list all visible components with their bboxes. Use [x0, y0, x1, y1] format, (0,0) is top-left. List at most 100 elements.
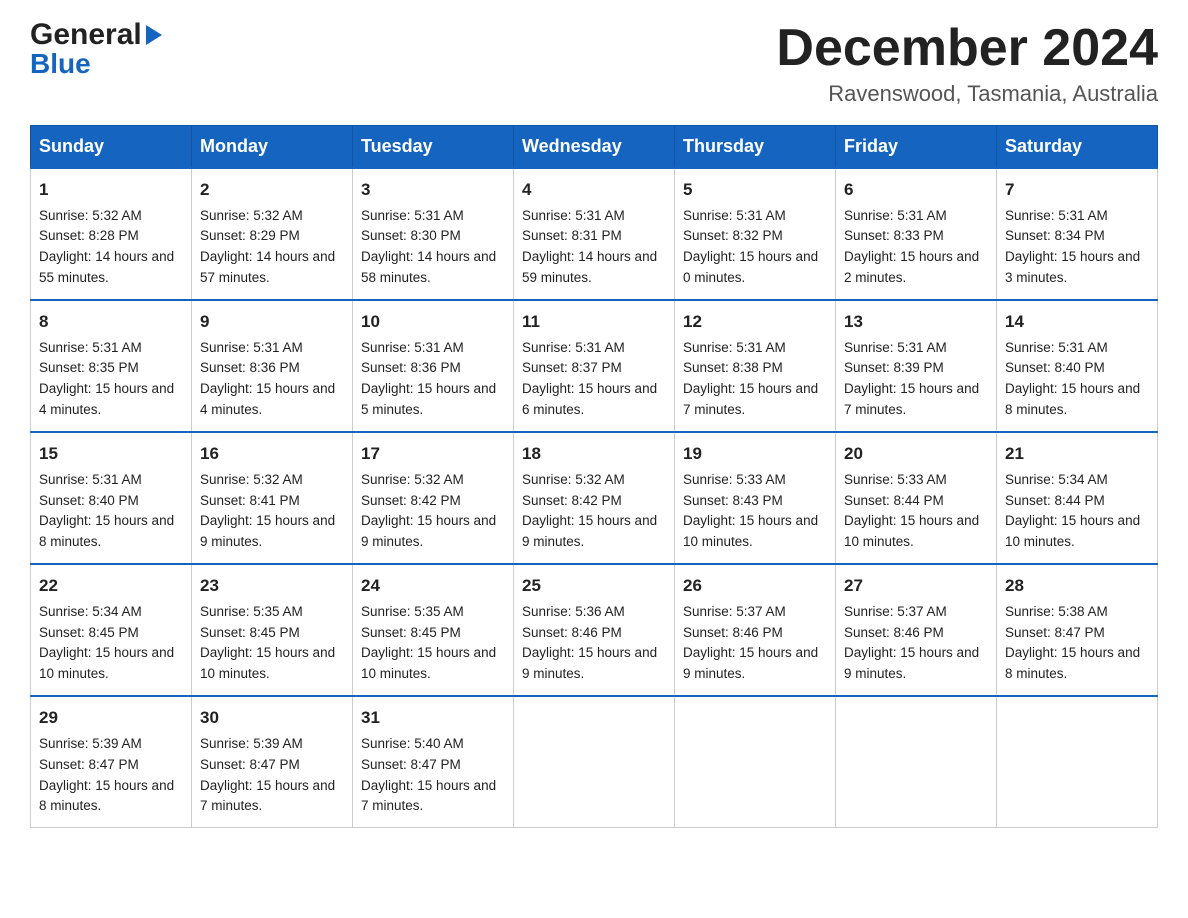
sunset-label: Sunset: 8:33 PM	[844, 228, 944, 243]
cell-week2-day5: 13Sunrise: 5:31 AMSunset: 8:39 PMDayligh…	[836, 300, 997, 432]
daylight-label: Daylight: 14 hours and 58 minutes.	[361, 249, 496, 285]
sunset-label: Sunset: 8:28 PM	[39, 228, 139, 243]
daylight-label: Daylight: 15 hours and 5 minutes.	[361, 381, 496, 417]
cell-week1-day2: 3Sunrise: 5:31 AMSunset: 8:30 PMDaylight…	[353, 168, 514, 300]
sunset-label: Sunset: 8:38 PM	[683, 360, 783, 375]
day-number: 24	[361, 573, 505, 599]
daylight-label: Daylight: 14 hours and 59 minutes.	[522, 249, 657, 285]
sunrise-label: Sunrise: 5:31 AM	[361, 340, 464, 355]
sunset-label: Sunset: 8:36 PM	[200, 360, 300, 375]
daylight-label: Daylight: 15 hours and 2 minutes.	[844, 249, 979, 285]
sunrise-label: Sunrise: 5:32 AM	[200, 208, 303, 223]
sunrise-label: Sunrise: 5:32 AM	[522, 472, 625, 487]
cell-week1-day6: 7Sunrise: 5:31 AMSunset: 8:34 PMDaylight…	[997, 168, 1158, 300]
sunset-label: Sunset: 8:35 PM	[39, 360, 139, 375]
cell-week2-day1: 9Sunrise: 5:31 AMSunset: 8:36 PMDaylight…	[192, 300, 353, 432]
header-tuesday: Tuesday	[353, 126, 514, 169]
sunrise-label: Sunrise: 5:31 AM	[683, 208, 786, 223]
day-number: 17	[361, 441, 505, 467]
cell-week4-day4: 26Sunrise: 5:37 AMSunset: 8:46 PMDayligh…	[675, 564, 836, 696]
cell-week2-day6: 14Sunrise: 5:31 AMSunset: 8:40 PMDayligh…	[997, 300, 1158, 432]
sunrise-label: Sunrise: 5:37 AM	[683, 604, 786, 619]
sunset-label: Sunset: 8:34 PM	[1005, 228, 1105, 243]
cell-week1-day5: 6Sunrise: 5:31 AMSunset: 8:33 PMDaylight…	[836, 168, 997, 300]
cell-week4-day6: 28Sunrise: 5:38 AMSunset: 8:47 PMDayligh…	[997, 564, 1158, 696]
week-row-5: 29Sunrise: 5:39 AMSunset: 8:47 PMDayligh…	[31, 696, 1158, 828]
sunset-label: Sunset: 8:47 PM	[200, 757, 300, 772]
sunrise-label: Sunrise: 5:34 AM	[39, 604, 142, 619]
day-number: 30	[200, 705, 344, 731]
day-number: 23	[200, 573, 344, 599]
header-monday: Monday	[192, 126, 353, 169]
daylight-label: Daylight: 15 hours and 9 minutes.	[683, 645, 818, 681]
sunrise-label: Sunrise: 5:33 AM	[844, 472, 947, 487]
sunset-label: Sunset: 8:44 PM	[844, 493, 944, 508]
cell-week3-day4: 19Sunrise: 5:33 AMSunset: 8:43 PMDayligh…	[675, 432, 836, 564]
cell-week3-day3: 18Sunrise: 5:32 AMSunset: 8:42 PMDayligh…	[514, 432, 675, 564]
daylight-label: Daylight: 14 hours and 57 minutes.	[200, 249, 335, 285]
header-sunday: Sunday	[31, 126, 192, 169]
day-number: 13	[844, 309, 988, 335]
sunset-label: Sunset: 8:46 PM	[844, 625, 944, 640]
header-row: SundayMondayTuesdayWednesdayThursdayFrid…	[31, 126, 1158, 169]
cell-week2-day4: 12Sunrise: 5:31 AMSunset: 8:38 PMDayligh…	[675, 300, 836, 432]
calendar-subtitle: Ravenswood, Tasmania, Australia	[776, 81, 1158, 107]
sunset-label: Sunset: 8:47 PM	[39, 757, 139, 772]
day-number: 28	[1005, 573, 1149, 599]
sunset-label: Sunset: 8:29 PM	[200, 228, 300, 243]
sunset-label: Sunset: 8:42 PM	[522, 493, 622, 508]
week-row-2: 8 Sunrise: 5:31 AM Sunset: 8:35 PM Daylight…	[31, 300, 1158, 432]
cell-week5-day1: 30Sunrise: 5:39 AMSunset: 8:47 PMDayligh…	[192, 696, 353, 828]
calendar-table: SundayMondayTuesdayWednesdayThursdayFrid…	[30, 125, 1158, 828]
cell-week5-day3	[514, 696, 675, 828]
header-thursday: Thursday	[675, 126, 836, 169]
cell-week1-day0: 1Sunrise: 5:32 AMSunset: 8:28 PMDaylight…	[31, 168, 192, 300]
week-row-4: 22Sunrise: 5:34 AMSunset: 8:45 PMDayligh…	[31, 564, 1158, 696]
sunset-label: Sunset: 8:43 PM	[683, 493, 783, 508]
day-number: 9	[200, 309, 344, 335]
cell-week1-day4: 5Sunrise: 5:31 AMSunset: 8:32 PMDaylight…	[675, 168, 836, 300]
day-number: 4	[522, 177, 666, 203]
sunset-label: Sunset: 8:37 PM	[522, 360, 622, 375]
daylight-label: Daylight: 15 hours and 4 minutes.	[39, 381, 174, 417]
sunrise-label: Sunrise: 5:31 AM	[1005, 340, 1108, 355]
sunrise-label: Sunrise: 5:35 AM	[200, 604, 303, 619]
daylight-label: Daylight: 15 hours and 10 minutes.	[1005, 513, 1140, 549]
daylight-label: Daylight: 15 hours and 8 minutes.	[39, 778, 174, 814]
daylight-label: Daylight: 15 hours and 9 minutes.	[522, 645, 657, 681]
cell-week5-day4	[675, 696, 836, 828]
cell-week3-day0: 15Sunrise: 5:31 AMSunset: 8:40 PMDayligh…	[31, 432, 192, 564]
sunrise-label: Sunrise: 5:32 AM	[361, 472, 464, 487]
sunrise-label: Sunrise: 5:31 AM	[844, 340, 947, 355]
cell-week3-day1: 16Sunrise: 5:32 AMSunset: 8:41 PMDayligh…	[192, 432, 353, 564]
daylight-label: Daylight: 15 hours and 10 minutes.	[683, 513, 818, 549]
header-wednesday: Wednesday	[514, 126, 675, 169]
daylight-label: Daylight: 15 hours and 8 minutes.	[39, 513, 174, 549]
sunrise-label: Sunrise: 5:31 AM	[683, 340, 786, 355]
daylight-label: Daylight: 15 hours and 7 minutes.	[683, 381, 818, 417]
day-number: 8	[39, 309, 183, 335]
daylight-label: Daylight: 15 hours and 3 minutes.	[1005, 249, 1140, 285]
daylight-label: Daylight: 15 hours and 8 minutes.	[1005, 645, 1140, 681]
day-number: 31	[361, 705, 505, 731]
sunset-label: Sunset: 8:46 PM	[522, 625, 622, 640]
sunrise-label: Sunrise: 5:35 AM	[361, 604, 464, 619]
sunrise-label: Sunrise: 5:36 AM	[522, 604, 625, 619]
sunrise-label: Sunrise: 5:34 AM	[1005, 472, 1108, 487]
daylight-label: Daylight: 15 hours and 9 minutes.	[200, 513, 335, 549]
day-number: 29	[39, 705, 183, 731]
day-number: 3	[361, 177, 505, 203]
sunrise-label: Sunrise: 5:31 AM	[200, 340, 303, 355]
logo: General Blue	[30, 20, 162, 78]
sunrise-label: Sunrise: 5:37 AM	[844, 604, 947, 619]
sunset-label: Sunset: 8:46 PM	[683, 625, 783, 640]
logo-triangle-icon	[146, 25, 162, 45]
sunset-label: Sunset: 8:30 PM	[361, 228, 461, 243]
cell-week5-day2: 31Sunrise: 5:40 AMSunset: 8:47 PMDayligh…	[353, 696, 514, 828]
cell-week2-day3: 11Sunrise: 5:31 AMSunset: 8:37 PMDayligh…	[514, 300, 675, 432]
title-block: December 2024 Ravenswood, Tasmania, Aust…	[776, 20, 1158, 107]
cell-week4-day0: 22Sunrise: 5:34 AMSunset: 8:45 PMDayligh…	[31, 564, 192, 696]
logo-line2: Blue	[30, 50, 162, 78]
sunset-label: Sunset: 8:40 PM	[39, 493, 139, 508]
day-number: 6	[844, 177, 988, 203]
